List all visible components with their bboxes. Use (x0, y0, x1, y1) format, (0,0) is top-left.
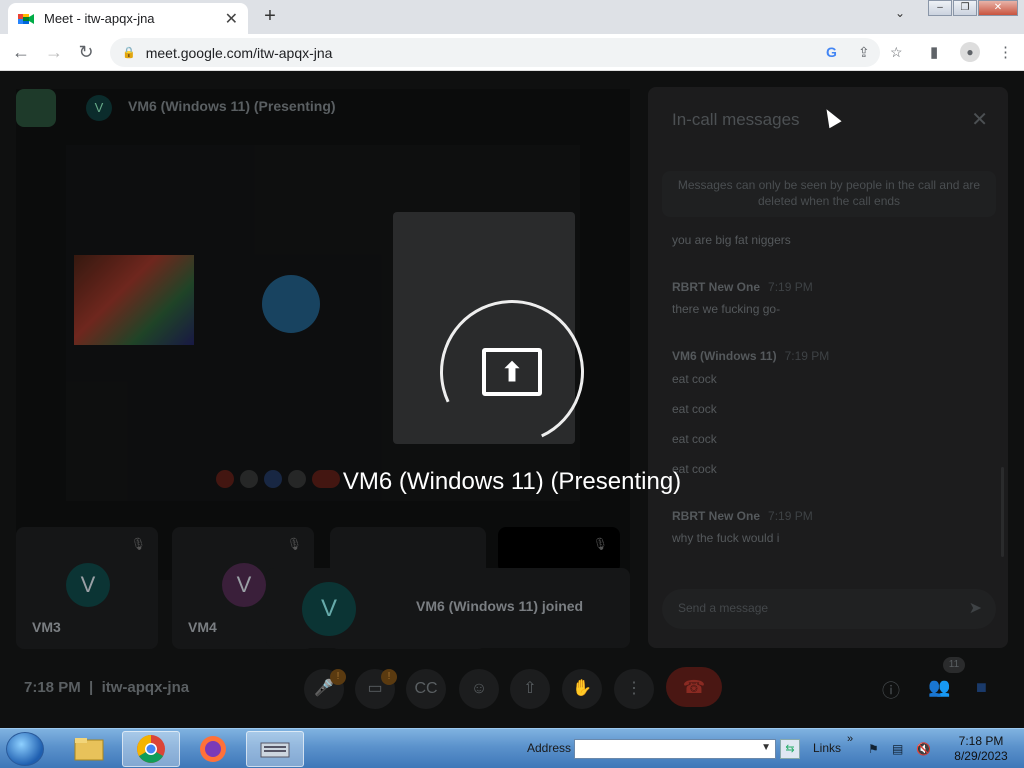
mic-muted-icon: 🎙 (592, 537, 608, 551)
back-arrow-icon[interactable]: ← (10, 42, 32, 63)
messages-notice: Messages can only be seen by people in t… (662, 171, 996, 217)
keyboard-app-icon[interactable] (246, 731, 304, 767)
chrome-icon[interactable] (122, 731, 180, 767)
chat-message: there we fucking go- (672, 302, 781, 316)
presenter-name: VM6 (Windows 11) (Presenting) (128, 98, 336, 114)
leave-call-button[interactable]: ☎ (666, 667, 722, 707)
google-meet-favicon-icon (18, 12, 34, 26)
volume-muted-icon[interactable]: 🔇 (916, 742, 931, 756)
reload-icon[interactable]: ↻ (75, 42, 97, 63)
join-avatar: V (302, 582, 356, 636)
bookmark-star-icon[interactable]: ☆ (890, 44, 903, 61)
network-icon[interactable]: ▤ (892, 742, 903, 756)
participant-name: VM4 (188, 619, 217, 635)
browser-tabbar: Meet - itw-apqx-jna ✕ + ⌄ – ❐ ✕ (0, 0, 1024, 34)
participant-count-badge: 11 (943, 657, 965, 673)
join-notification: V VM6 (Windows 11) joined (266, 568, 630, 648)
meeting-info-icon[interactable]: ⓘ (882, 677, 900, 703)
close-panel-icon[interactable]: ✕ (971, 107, 988, 132)
presenter-avatar: V (86, 95, 112, 121)
chat-message: you are big fat niggers (672, 233, 791, 247)
in-call-messages-panel: In-call messages ✕ Messages can only be … (648, 87, 1008, 648)
tab-title: Meet - itw-apqx-jna (44, 11, 155, 26)
browser-menu-icon[interactable]: ⋮ (998, 43, 1013, 61)
windows-taskbar: Address ▼ ⇆ Links » ⚑ ▤ 🔇 7:18 PM 8/29/2… (0, 728, 1024, 768)
participant-avatar: V (222, 563, 266, 607)
send-icon[interactable]: ➤ (969, 598, 982, 618)
action-center-icon[interactable]: ⚑ (868, 742, 879, 756)
raise-hand-button[interactable]: ✋ (562, 669, 602, 709)
join-text: VM6 (Windows 11) joined (416, 598, 584, 614)
send-message-input[interactable]: Send a message ➤ (662, 589, 996, 629)
shared-avatar-circle (262, 275, 320, 333)
close-window-button[interactable]: ✕ (978, 0, 1018, 16)
mic-muted-icon: 🎙 (130, 537, 146, 551)
presentation-icon (16, 89, 56, 127)
close-tab-icon[interactable]: ✕ (225, 9, 238, 29)
address-bar[interactable]: 🔒 meet.google.com/itw-apqx-jna G ⇪ ☆ (110, 38, 903, 67)
start-button[interactable] (6, 732, 44, 766)
go-button[interactable]: ⇆ (780, 739, 800, 759)
clock-time: 7:18 PM (958, 734, 1004, 748)
dropdown-arrow-icon[interactable]: ▼ (761, 742, 771, 753)
side-panel-icon[interactable]: ▮ (930, 43, 938, 61)
chat-icon[interactable]: ■ (976, 677, 987, 698)
toolbar-chevron-icon[interactable]: » (847, 733, 853, 745)
url-text: meet.google.com/itw-apqx-jna (145, 44, 333, 61)
emoji-reaction-button[interactable]: ☺ (459, 669, 499, 709)
lock-icon[interactable]: 🔒 (122, 46, 136, 59)
panel-title: In-call messages (672, 110, 800, 129)
presenting-overlay-label: VM6 (Windows 11) (Presenting) (342, 468, 682, 495)
captions-button[interactable]: CC (406, 669, 446, 709)
new-tab-button[interactable]: + (258, 5, 282, 28)
chat-sender: VM6 (Windows 11) 7:19 PM (672, 349, 830, 363)
participant-tile-vm3[interactable]: 🎙 V VM3 (16, 527, 158, 649)
file-explorer-icon[interactable] (60, 731, 118, 767)
google-translate-icon[interactable]: G (826, 44, 837, 60)
links-toolbar-label[interactable]: Links (813, 741, 841, 755)
present-screen-button[interactable]: ⇧ (510, 669, 550, 709)
upload-arrow-icon: ⬆ (482, 348, 542, 396)
participant-name: VM3 (32, 619, 61, 635)
tab-search-chevron-icon[interactable]: ⌄ (895, 6, 905, 20)
profile-avatar-icon[interactable]: ● (960, 42, 980, 62)
more-options-button[interactable]: ⋮ (614, 669, 654, 709)
participant-tile-4[interactable]: 🎙 (498, 527, 620, 573)
browser-tab-meet[interactable]: Meet - itw-apqx-jna ✕ (8, 3, 248, 34)
taskbar-address-input[interactable]: ▼ (574, 739, 776, 759)
send-message-placeholder: Send a message (678, 601, 769, 615)
system-clock[interactable]: 7:18 PM 8/29/2023 (946, 734, 1016, 764)
meeting-time-and-code: 7:18 PM | itw-apqx-jna (24, 679, 190, 696)
participant-avatar: V (66, 563, 110, 607)
share-icon[interactable]: ⇪ (858, 44, 870, 61)
chat-sender: RBRT New One 7:19 PM (672, 509, 813, 523)
chat-message: eat cock (672, 372, 717, 386)
chat-sender: RBRT New One 7:19 PM (672, 280, 813, 294)
chat-message: why the fuck would i (672, 531, 780, 545)
shared-video-thumbnail (74, 255, 194, 345)
firefox-icon[interactable] (184, 731, 242, 767)
chat-message: eat cock (672, 402, 717, 416)
mic-warning-badge: ! (330, 669, 346, 685)
people-icon[interactable]: 👥 (928, 677, 950, 698)
browser-toolbar: ← → ↻ 🔒 meet.google.com/itw-apqx-jna G ⇪… (0, 34, 1024, 71)
clock-date: 8/29/2023 (954, 749, 1008, 763)
minimize-window-button[interactable]: – (928, 0, 952, 16)
camera-warning-badge: ! (381, 669, 397, 685)
restore-window-button[interactable]: ❐ (953, 0, 977, 16)
mic-muted-icon: 🎙 (286, 537, 302, 551)
chat-message: eat cock (672, 432, 717, 446)
forward-arrow-icon[interactable]: → (43, 42, 65, 63)
address-toolbar-label: Address (527, 741, 572, 755)
